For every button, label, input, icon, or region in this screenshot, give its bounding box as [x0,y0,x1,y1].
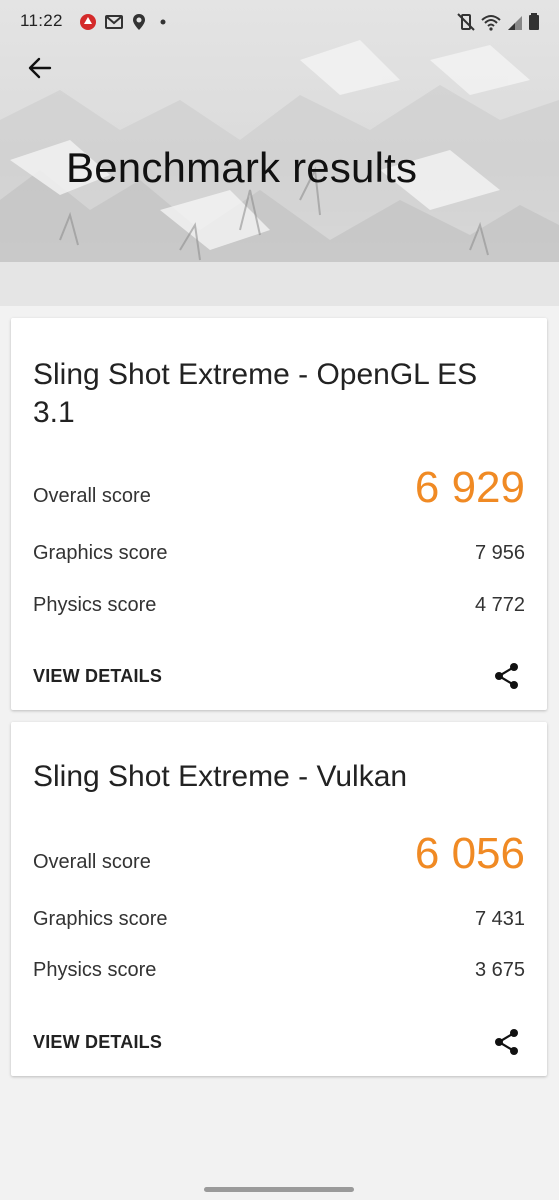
mute-vibrate-icon [457,13,475,31]
gmail-icon [105,15,123,29]
test-title: Sling Shot Extreme - OpenGL ES 3.1 [33,358,478,429]
overall-score-value: 6 929 [414,463,525,512]
share-button[interactable] [489,658,525,694]
location-icon [133,14,145,30]
battery-icon [529,13,539,30]
gesture-navigation-bar[interactable] [204,1187,354,1192]
graphics-score-label: Graphics score [33,542,168,564]
share-icon [495,1029,518,1055]
status-bar: 11:22 [0,0,559,44]
page-title: Benchmark results [66,144,418,191]
physics-score-value: 4 772 [474,594,525,616]
share-button[interactable] [489,1024,525,1060]
graphics-score-value: 7 956 [474,542,525,564]
result-card-vulkan: Sling Shot Extreme - Vulkan Overall scor… [11,722,547,1076]
dot-icon [160,19,166,25]
arrow-back-icon [28,57,52,79]
physics-score-label: Physics score [33,594,157,616]
overall-score-label: Overall score [33,485,151,507]
overall-score-label: Overall score [33,851,151,873]
status-time: 11:22 [20,11,63,30]
graphics-score-label: Graphics score [33,908,168,930]
back-button[interactable] [20,48,60,88]
wifi-icon [481,15,501,31]
physics-score-value: 3 675 [474,959,525,981]
overall-score-value: 6 056 [414,829,525,878]
signal-icon [508,16,522,30]
result-card-opengl: Sling Shot Extreme - OpenGL ES 3.1 Overa… [11,318,547,710]
header-banner: 11:22 Benchmark results [0,0,559,306]
share-icon [495,663,518,689]
test-title: Sling Shot Extreme - Vulkan [33,760,408,793]
view-details-button[interactable]: VIEW DETAILS [33,1032,162,1053]
view-details-button[interactable]: VIEW DETAILS [33,666,162,687]
physics-score-label: Physics score [33,959,157,981]
antutu-icon [80,14,96,30]
graphics-score-value: 7 431 [474,908,525,930]
